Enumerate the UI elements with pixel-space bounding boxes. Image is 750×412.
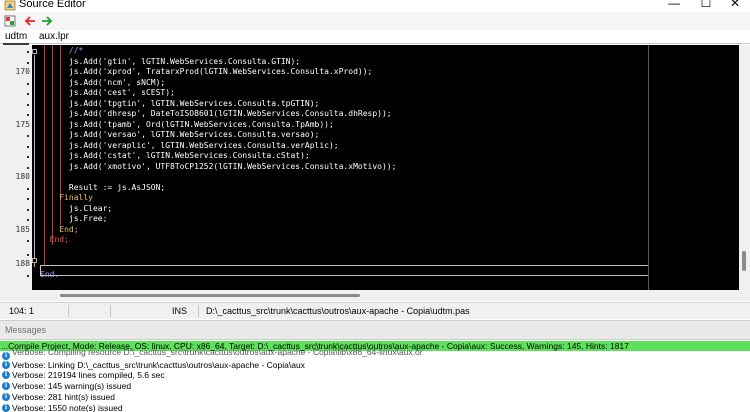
- message-row[interactable]: i Verbose: 219194 lines compiled, 5.6 sec: [0, 370, 750, 380]
- code-line: js.Add('xprod', TratarxProd(lGTIN.WebSer…: [40, 67, 373, 76]
- messages-title: Messages: [5, 325, 47, 335]
- program-icon[interactable]: [3, 14, 17, 28]
- line-number: 170: [15, 67, 30, 76]
- gutter-dot: [27, 103, 29, 106]
- code-line: js.Add('cstat', lGTIN.WebServices.Consul…: [40, 151, 310, 160]
- window-title: Source Editor: [19, 0, 86, 10]
- code-line: End;: [40, 235, 69, 244]
- line-number-gutter: 170 175 180 185 188: [0, 45, 32, 290]
- message-text: Verbose: 219194 lines compiled, 5.6 sec: [12, 370, 165, 380]
- horizontal-scrollbar-thumb[interactable]: [60, 294, 360, 297]
- info-icon: i: [2, 393, 10, 401]
- minimap[interactable]: [650, 45, 739, 290]
- editor-tabs: udtm aux.lpr: [0, 30, 750, 45]
- gutter-dot: [27, 82, 29, 85]
- app-icon: [4, 0, 16, 11]
- maximize-button[interactable]: ☐: [691, 0, 721, 11]
- close-button[interactable]: ✕: [720, 0, 750, 11]
- status-divider: [198, 305, 199, 317]
- code-line: js.Add('xmotivo', UTF8ToCP1252(lGTIN.Web…: [40, 161, 397, 171]
- status-bar: 104: 1 INS D:\_cacttus_src\trunk\cacttus…: [0, 302, 750, 319]
- code-line: js.Add('tpgtin', lGTIN.WebServices.Consu…: [40, 98, 320, 108]
- messages-list[interactable]: ...Compile Project, Mode: Release, OS: l…: [0, 340, 750, 412]
- tab-aux-lpr[interactable]: aux.lpr: [37, 31, 71, 43]
- line-number: 185: [15, 224, 30, 234]
- fold-line: [34, 55, 35, 267]
- message-text: Verbose: Compiling resource D:\_cacttus_…: [12, 347, 423, 357]
- cursor-position: 104: 1: [9, 306, 35, 316]
- code-line: js.Add('versao', lGTIN.WebServices.Consu…: [40, 130, 320, 139]
- info-icon: i: [2, 404, 10, 412]
- tab-udtm[interactable]: udtm: [3, 31, 30, 45]
- status-divider: [68, 305, 69, 317]
- message-text: Verbose: 145 warning(s) issued: [12, 381, 132, 391]
- code-line: js.Add('gtin', lGTIN.WebServices.Consult…: [40, 56, 301, 66]
- gutter-dot: [27, 253, 29, 256]
- code-line: js.Add('dhresp', DateToISO8601(lGTIN.Web…: [40, 109, 392, 118]
- fold-strip: [32, 45, 38, 290]
- code-line: js.Free;: [40, 214, 108, 223]
- gutter-dot: [27, 208, 29, 211]
- code-line: js.Add('ncm', sNCM);: [40, 77, 166, 87]
- message-text: Verbose: Linking D:\_cacttus_src\trunk\c…: [12, 360, 305, 370]
- code-line: js.Add('tpamb', Ord(lGTIN.WebServices.Co…: [40, 119, 334, 129]
- code-line: js.Add('veraplic', lGTIN.WebServices.Con…: [40, 140, 339, 150]
- forward-arrow-icon[interactable]: [40, 14, 54, 28]
- toolbar: [0, 12, 750, 30]
- line-number: 175: [15, 119, 30, 129]
- code-editor[interactable]: 170 175 180 185 188 //* js.Add('gtin', lGTIN…: [0, 45, 739, 290]
- message-row[interactable]: i Verbose: 1550 note(s) issued: [0, 403, 750, 412]
- gutter-dot: [27, 135, 29, 137]
- info-icon: i: [2, 361, 10, 369]
- code-area[interactable]: //* js.Add('gtin', lGTIN.WebServices.Con…: [40, 45, 650, 290]
- code-line: Result := js.AsJSON;: [40, 182, 166, 192]
- insert-mode: INS: [172, 306, 188, 316]
- message-text: Verbose: 1550 note(s) issued: [12, 403, 123, 412]
- gutter-dot: [27, 187, 29, 190]
- file-path: D:\_cacttus_src\trunk\cacttus\outros\aux…: [206, 306, 470, 316]
- gutter-dot: [27, 114, 29, 116]
- right-margin-line: [648, 45, 649, 290]
- message-text: Verbose: 281 hint(s) issued: [12, 392, 116, 402]
- gutter-dot: [27, 51, 29, 53]
- gutter-dot: [27, 219, 29, 221]
- info-icon: i: [2, 382, 10, 390]
- vertical-scrollbar-thumb[interactable]: [742, 251, 746, 271]
- gutter-dot: [27, 156, 29, 158]
- messages-panel-header: Messages: [0, 320, 750, 340]
- message-row[interactable]: i Verbose: Linking D:\_cacttus_src\trunk\…: [0, 360, 750, 370]
- gutter-dot: [27, 274, 29, 277]
- current-line-highlight: [40, 265, 649, 276]
- code-line: js.Add('cest', sCEST);: [40, 88, 175, 97]
- message-row[interactable]: i Verbose: 281 hint(s) issued: [0, 392, 750, 402]
- info-icon: i: [2, 371, 10, 379]
- message-row[interactable]: i Verbose: 145 warning(s) issued: [0, 381, 750, 391]
- back-arrow-icon[interactable]: [23, 14, 37, 28]
- code-line: Finally: [40, 193, 93, 202]
- line-number: 188: [15, 259, 30, 268]
- fold-toggle[interactable]: [32, 49, 37, 54]
- status-divider: [110, 305, 111, 317]
- code-line: //*: [40, 46, 84, 55]
- gutter-dot: [27, 145, 29, 148]
- code-line: js.Clear;: [40, 203, 113, 213]
- fold-toggle[interactable]: [32, 258, 37, 263]
- gutter-dot: [27, 61, 29, 64]
- line-number: 180: [15, 172, 30, 181]
- gutter-dot: [27, 166, 29, 169]
- minimize-button[interactable]: —: [659, 0, 689, 11]
- horizontal-scrollbar[interactable]: [0, 290, 750, 301]
- gutter-dot: [27, 93, 29, 95]
- info-icon: i: [2, 352, 10, 360]
- vertical-scrollbar[interactable]: [739, 45, 750, 290]
- gutter-dot: [27, 240, 29, 242]
- title-bar: Source Editor — ☐ ✕: [0, 0, 750, 12]
- gutter-dot: [27, 198, 29, 200]
- code-line: End;: [40, 224, 79, 234]
